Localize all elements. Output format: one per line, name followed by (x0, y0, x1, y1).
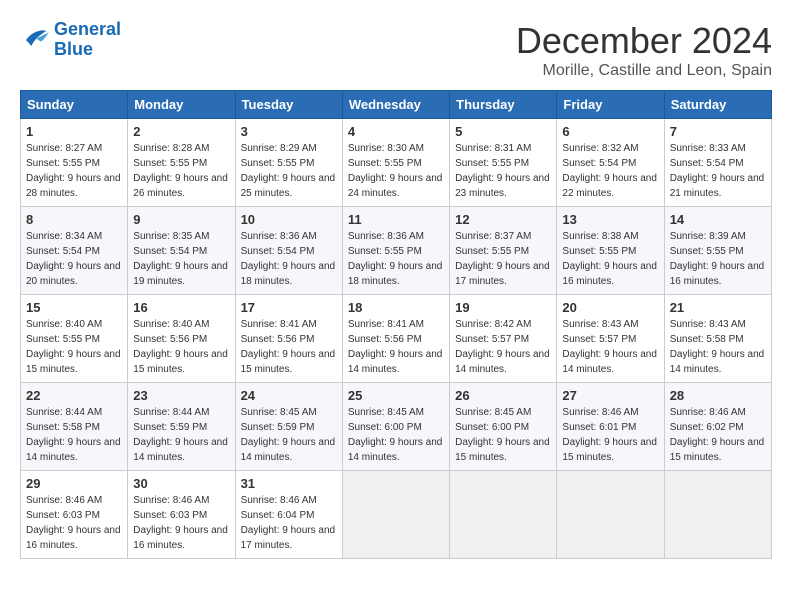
calendar-cell-empty (342, 471, 449, 559)
calendar-cell-day-24: 24Sunrise: 8:45 AMSunset: 5:59 PMDayligh… (235, 383, 342, 471)
calendar-week-1: 1Sunrise: 8:27 AMSunset: 5:55 PMDaylight… (21, 119, 772, 207)
calendar-cell-day-17: 17Sunrise: 8:41 AMSunset: 5:56 PMDayligh… (235, 295, 342, 383)
calendar-week-4: 22Sunrise: 8:44 AMSunset: 5:58 PMDayligh… (21, 383, 772, 471)
calendar-cell-day-13: 13Sunrise: 8:38 AMSunset: 5:55 PMDayligh… (557, 207, 664, 295)
weekday-header-friday: Friday (557, 91, 664, 119)
calendar-cell-day-22: 22Sunrise: 8:44 AMSunset: 5:58 PMDayligh… (21, 383, 128, 471)
calendar-week-3: 15Sunrise: 8:40 AMSunset: 5:55 PMDayligh… (21, 295, 772, 383)
month-title: December 2024 (516, 20, 772, 62)
page-header: General Blue December 2024 Morille, Cast… (20, 20, 772, 80)
calendar-cell-day-19: 19Sunrise: 8:42 AMSunset: 5:57 PMDayligh… (450, 295, 557, 383)
location-title: Morille, Castille and Leon, Spain (516, 62, 772, 80)
calendar-cell-day-29: 29Sunrise: 8:46 AMSunset: 6:03 PMDayligh… (21, 471, 128, 559)
calendar-cell-day-5: 5Sunrise: 8:31 AMSunset: 5:55 PMDaylight… (450, 119, 557, 207)
calendar-cell-day-18: 18Sunrise: 8:41 AMSunset: 5:56 PMDayligh… (342, 295, 449, 383)
calendar-cell-day-9: 9Sunrise: 8:35 AMSunset: 5:54 PMDaylight… (128, 207, 235, 295)
calendar-cell-day-31: 31Sunrise: 8:46 AMSunset: 6:04 PMDayligh… (235, 471, 342, 559)
logo-icon (20, 25, 50, 55)
logo: General Blue (20, 20, 121, 60)
calendar-cell-day-1: 1Sunrise: 8:27 AMSunset: 5:55 PMDaylight… (21, 119, 128, 207)
calendar-cell-day-28: 28Sunrise: 8:46 AMSunset: 6:02 PMDayligh… (664, 383, 771, 471)
weekday-header-sunday: Sunday (21, 91, 128, 119)
title-section: December 2024 Morille, Castille and Leon… (516, 20, 772, 80)
weekday-header-thursday: Thursday (450, 91, 557, 119)
calendar-cell-day-27: 27Sunrise: 8:46 AMSunset: 6:01 PMDayligh… (557, 383, 664, 471)
weekday-header-tuesday: Tuesday (235, 91, 342, 119)
calendar-cell-day-2: 2Sunrise: 8:28 AMSunset: 5:55 PMDaylight… (128, 119, 235, 207)
calendar-week-5: 29Sunrise: 8:46 AMSunset: 6:03 PMDayligh… (21, 471, 772, 559)
calendar-cell-day-30: 30Sunrise: 8:46 AMSunset: 6:03 PMDayligh… (128, 471, 235, 559)
logo-text: General Blue (54, 20, 121, 60)
weekday-header-monday: Monday (128, 91, 235, 119)
weekday-header-row: SundayMondayTuesdayWednesdayThursdayFrid… (21, 91, 772, 119)
calendar-cell-day-16: 16Sunrise: 8:40 AMSunset: 5:56 PMDayligh… (128, 295, 235, 383)
calendar-cell-day-26: 26Sunrise: 8:45 AMSunset: 6:00 PMDayligh… (450, 383, 557, 471)
calendar-cell-empty (450, 471, 557, 559)
calendar-cell-day-10: 10Sunrise: 8:36 AMSunset: 5:54 PMDayligh… (235, 207, 342, 295)
calendar-cell-day-12: 12Sunrise: 8:37 AMSunset: 5:55 PMDayligh… (450, 207, 557, 295)
calendar-cell-day-25: 25Sunrise: 8:45 AMSunset: 6:00 PMDayligh… (342, 383, 449, 471)
calendar-cell-empty (664, 471, 771, 559)
calendar-cell-day-3: 3Sunrise: 8:29 AMSunset: 5:55 PMDaylight… (235, 119, 342, 207)
calendar-cell-day-23: 23Sunrise: 8:44 AMSunset: 5:59 PMDayligh… (128, 383, 235, 471)
calendar-cell-day-15: 15Sunrise: 8:40 AMSunset: 5:55 PMDayligh… (21, 295, 128, 383)
calendar-cell-day-4: 4Sunrise: 8:30 AMSunset: 5:55 PMDaylight… (342, 119, 449, 207)
calendar-cell-day-21: 21Sunrise: 8:43 AMSunset: 5:58 PMDayligh… (664, 295, 771, 383)
calendar-cell-day-20: 20Sunrise: 8:43 AMSunset: 5:57 PMDayligh… (557, 295, 664, 383)
calendar-cell-day-11: 11Sunrise: 8:36 AMSunset: 5:55 PMDayligh… (342, 207, 449, 295)
weekday-header-wednesday: Wednesday (342, 91, 449, 119)
weekday-header-saturday: Saturday (664, 91, 771, 119)
calendar-cell-day-14: 14Sunrise: 8:39 AMSunset: 5:55 PMDayligh… (664, 207, 771, 295)
calendar-week-2: 8Sunrise: 8:34 AMSunset: 5:54 PMDaylight… (21, 207, 772, 295)
calendar-cell-day-6: 6Sunrise: 8:32 AMSunset: 5:54 PMDaylight… (557, 119, 664, 207)
calendar-cell-empty (557, 471, 664, 559)
calendar-table: SundayMondayTuesdayWednesdayThursdayFrid… (20, 90, 772, 559)
calendar-cell-day-7: 7Sunrise: 8:33 AMSunset: 5:54 PMDaylight… (664, 119, 771, 207)
calendar-cell-day-8: 8Sunrise: 8:34 AMSunset: 5:54 PMDaylight… (21, 207, 128, 295)
